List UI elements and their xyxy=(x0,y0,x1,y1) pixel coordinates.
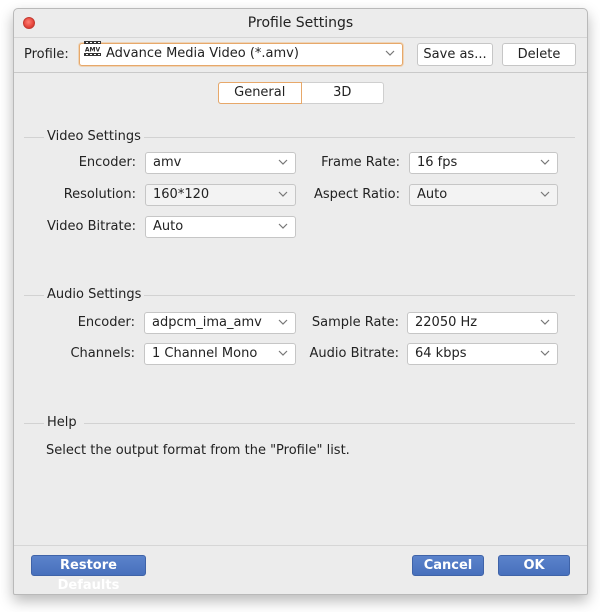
audio-bitrate-label: Audio Bitrate: xyxy=(309,346,400,361)
chevron-down-icon xyxy=(540,319,550,325)
divider xyxy=(24,295,44,296)
chevron-down-icon xyxy=(540,159,550,165)
frame-rate-label: Frame Rate: xyxy=(321,155,400,170)
delete-button[interactable]: Delete xyxy=(502,43,576,66)
ok-button[interactable]: OK xyxy=(498,555,570,576)
window-title: Profile Settings xyxy=(247,15,354,31)
resolution-label: Resolution: xyxy=(63,187,136,202)
tab-bar: General 3D xyxy=(218,82,384,104)
video-encoder-value: amv xyxy=(153,155,182,170)
audio-encoder-value: adpcm_ima_amv xyxy=(152,315,262,330)
sample-rate-select[interactable]: 22050 Hz xyxy=(407,312,558,334)
amv-format-icon: AMV xyxy=(84,41,101,63)
footer-divider xyxy=(14,545,587,546)
video-bitrate-value: Auto xyxy=(153,219,184,234)
audio-encoder-select[interactable]: adpcm_ima_amv xyxy=(144,312,296,334)
sample-rate-value: 22050 Hz xyxy=(415,315,478,330)
channels-select[interactable]: 1 Channel Mono xyxy=(144,343,296,365)
video-encoder-label: Encoder: xyxy=(78,155,136,170)
sample-rate-label: Sample Rate: xyxy=(311,315,399,330)
video-bitrate-label: Video Bitrate: xyxy=(47,219,136,234)
channels-value: 1 Channel Mono xyxy=(152,346,258,361)
tab-3d[interactable]: 3D xyxy=(302,83,384,103)
restore-defaults-button[interactable]: Restore Defaults xyxy=(31,555,146,593)
profile-label: Profile: xyxy=(24,47,69,62)
chevron-down-icon xyxy=(278,223,288,229)
tab-general[interactable]: General xyxy=(218,82,302,104)
profile-settings-dialog: Profile Settings Profile: AMV Advance Me… xyxy=(13,8,588,595)
divider xyxy=(24,423,44,424)
divider xyxy=(144,137,575,138)
cancel-button[interactable]: Cancel xyxy=(412,555,484,576)
chevron-down-icon xyxy=(278,319,288,325)
profile-select[interactable]: AMV Advance Media Video (*.amv) xyxy=(79,41,403,66)
help-text: Select the output format from the "Profi… xyxy=(46,443,350,458)
audio-settings-title: Audio Settings xyxy=(47,287,142,302)
chevron-down-icon xyxy=(278,350,288,356)
resolution-select[interactable]: 160*120 xyxy=(145,184,296,206)
chevron-down-icon xyxy=(278,191,288,197)
audio-bitrate-value: 64 kbps xyxy=(415,346,467,361)
aspect-ratio-value: Auto xyxy=(417,187,448,202)
channels-label: Channels: xyxy=(70,346,135,361)
audio-encoder-label: Encoder: xyxy=(77,315,135,330)
aspect-ratio-label: Aspect Ratio: xyxy=(313,187,400,202)
video-settings-title: Video Settings xyxy=(47,129,141,144)
chevron-down-icon xyxy=(278,159,288,165)
save-as-button[interactable]: Save as... xyxy=(417,43,493,66)
audio-bitrate-select[interactable]: 64 kbps xyxy=(407,343,558,365)
profile-toolbar: Profile: AMV Advance Media Video (*.amv)… xyxy=(14,37,587,73)
close-window-button[interactable] xyxy=(23,17,35,29)
chevron-down-icon xyxy=(540,191,550,197)
profile-select-value: Advance Media Video (*.amv) xyxy=(106,46,299,61)
video-bitrate-select[interactable]: Auto xyxy=(145,216,296,238)
frame-rate-value: 16 fps xyxy=(417,155,458,170)
title-bar: Profile Settings xyxy=(14,9,587,37)
divider xyxy=(24,137,44,138)
chevron-down-icon xyxy=(385,50,395,56)
chevron-down-icon xyxy=(540,350,550,356)
divider xyxy=(84,423,575,424)
video-encoder-select[interactable]: amv xyxy=(145,152,296,174)
divider xyxy=(144,295,575,296)
frame-rate-select[interactable]: 16 fps xyxy=(409,152,558,174)
resolution-value: 160*120 xyxy=(153,187,210,202)
svg-text:AMV: AMV xyxy=(85,47,101,54)
help-title: Help xyxy=(47,415,77,430)
aspect-ratio-select[interactable]: Auto xyxy=(409,184,558,206)
